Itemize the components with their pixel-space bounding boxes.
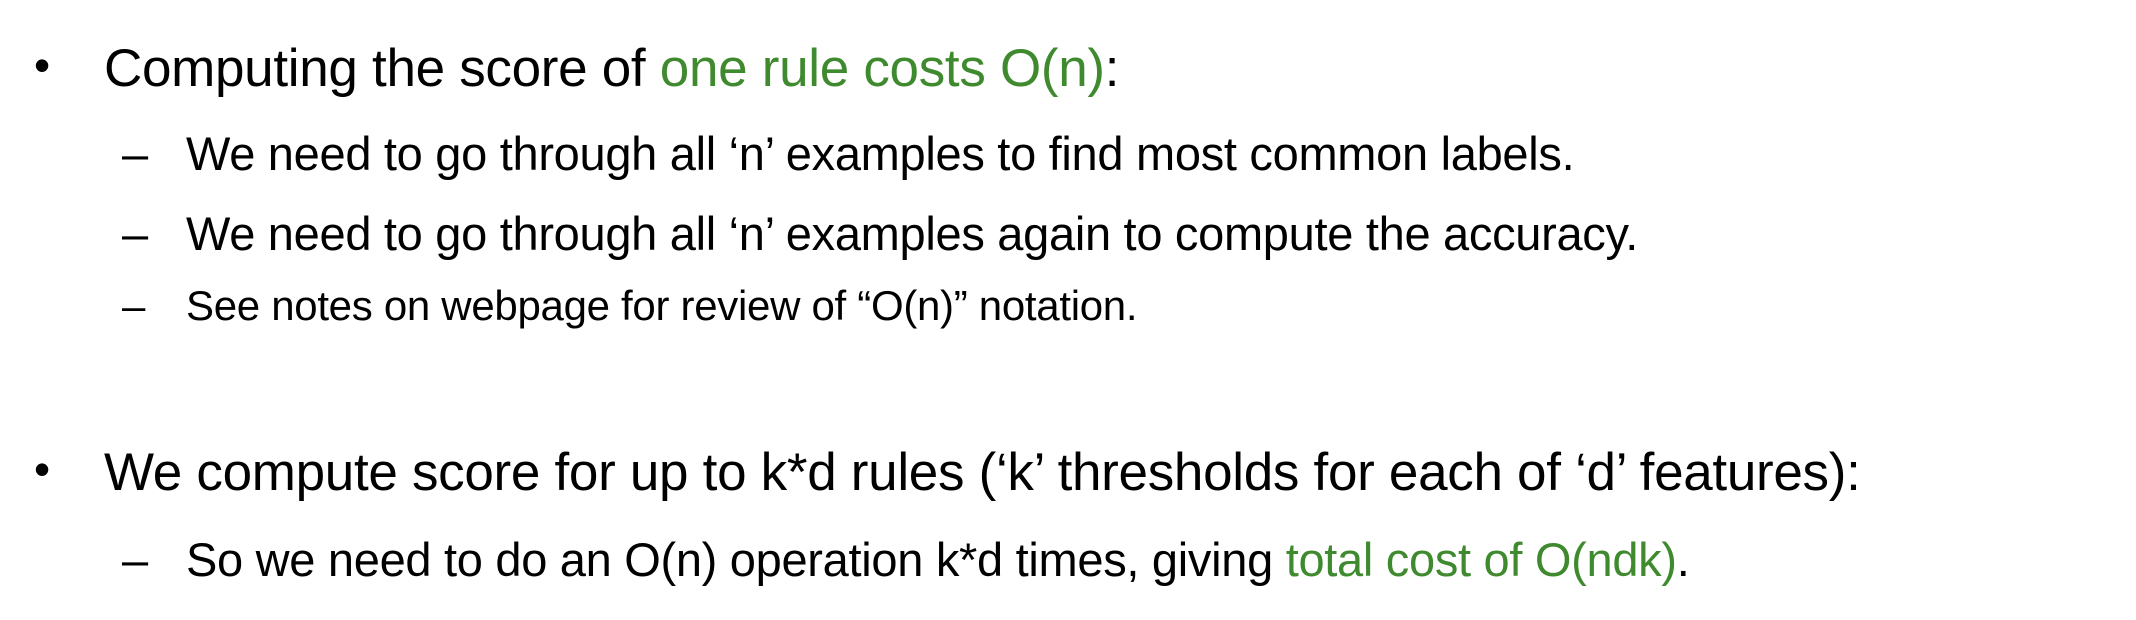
bullet-1-sub-2-text: We need to go through all ‘n’ examples a… <box>186 207 1638 260</box>
bullet-1-highlight: one rule costs O(n) <box>659 39 1105 98</box>
bullet-1-sub-1-text: We need to go through all ‘n’ examples t… <box>186 127 1575 180</box>
bullet-icon: • <box>34 39 50 91</box>
bullet-icon: • <box>34 443 50 495</box>
bullet-1-sub-1: – We need to go through all ‘n’ examples… <box>122 126 1575 181</box>
slide: • Computing the score of one rule costs … <box>0 0 2136 620</box>
bullet-1: • Computing the score of one rule costs … <box>34 38 1120 99</box>
bullet-2-text: We compute score for up to k*d rules (‘k… <box>104 443 1861 502</box>
bullet-2-sub-1-text-before: So we need to do an O(n) operation k*d t… <box>186 533 1286 586</box>
bullet-1-sub-3-text: See notes on webpage for review of “O(n)… <box>186 282 1138 329</box>
bullet-2: • We compute score for up to k*d rules (… <box>34 442 1861 503</box>
dash-icon: – <box>122 533 148 586</box>
bullet-1-text-before: Computing the score of <box>104 39 660 98</box>
bullet-2-sub-1: – So we need to do an O(n) operation k*d… <box>122 532 1690 587</box>
bullet-1-text-after: : <box>1104 39 1120 98</box>
dash-icon: – <box>122 207 148 260</box>
bullet-1-sub-3: – See notes on webpage for review of “O(… <box>122 282 1138 330</box>
bullet-1-sub-2: – We need to go through all ‘n’ examples… <box>122 206 1638 261</box>
bullet-2-sub-1-highlight: total cost of O(ndk) <box>1285 533 1677 586</box>
dash-icon: – <box>122 127 148 180</box>
dash-icon: – <box>122 282 146 329</box>
bullet-2-sub-1-text-after: . <box>1676 533 1690 586</box>
